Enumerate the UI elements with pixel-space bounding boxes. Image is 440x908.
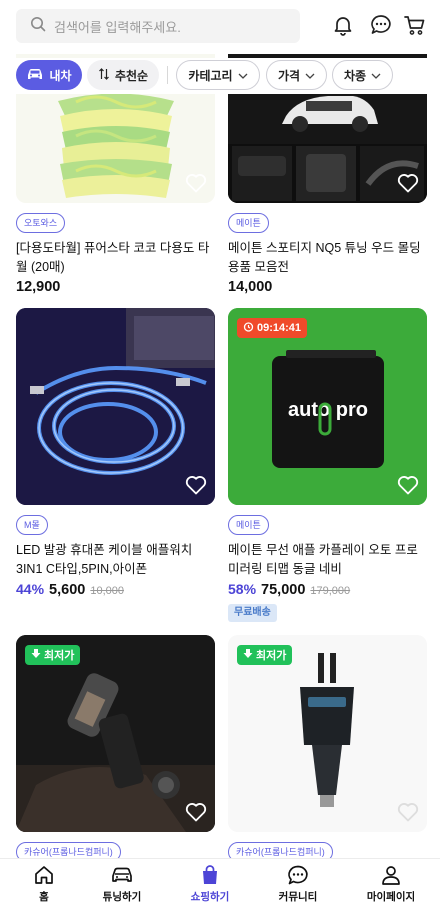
nav-item-mypage[interactable]: 마이페이지 bbox=[347, 863, 435, 907]
nav-item-home[interactable]: 홈 bbox=[0, 863, 88, 907]
brand-badge: 오토와스 bbox=[16, 213, 66, 233]
cart-icon[interactable] bbox=[403, 13, 427, 37]
arrow-down-icon bbox=[243, 648, 253, 662]
filter-bar: 내차 추천순 카테고리 가격 차종 bbox=[0, 58, 440, 94]
car-model-label: 차종 bbox=[343, 68, 367, 83]
my-car-label: 내차 bbox=[49, 68, 72, 83]
product-card[interactable]: M몰 LED 발광 휴대폰 케이블 애플워치 3IN1 C타입,5PIN,아이폰… bbox=[16, 308, 215, 598]
search-placeholder: 검색어를 입력해주세요. bbox=[54, 19, 181, 35]
product-price: 12,900 bbox=[16, 279, 61, 295]
price-label: 가격 bbox=[277, 68, 301, 83]
nav-label: 쇼핑하기 bbox=[190, 891, 230, 903]
product-price: 5,600 bbox=[49, 582, 86, 598]
heart-icon[interactable] bbox=[397, 802, 419, 822]
my-car-filter[interactable]: 내차 bbox=[16, 60, 82, 90]
nav-item-tuning[interactable]: 튜닝하기 bbox=[78, 863, 166, 907]
product-name: LED 발광 휴대폰 케이블 애플워치 3IN1 C타입,5PIN,아이폰 bbox=[16, 543, 193, 576]
heart-icon[interactable] bbox=[397, 173, 419, 193]
chevron-down-icon bbox=[238, 68, 248, 82]
search-icon bbox=[30, 16, 46, 37]
chevron-down-icon bbox=[371, 68, 381, 82]
nav-label: 튜닝하기 bbox=[102, 891, 142, 903]
product-card[interactable]: auto pro 09:14:41 메이튼 메이튼 무선 애플 카플레이 오토 … bbox=[228, 308, 427, 622]
product-image[interactable]: auto pro 09:14:41 bbox=[228, 308, 427, 505]
logo-text: auto pro bbox=[288, 399, 368, 421]
heart-icon[interactable] bbox=[397, 475, 419, 495]
discount-rate: 44% bbox=[16, 581, 45, 597]
timer-badge: 09:14:41 bbox=[237, 318, 308, 338]
product-image[interactable]: 최저가 bbox=[228, 635, 427, 832]
heart-icon[interactable] bbox=[185, 475, 207, 495]
product-card[interactable]: 최저가 카슈어(프롬나드컴퍼니) bbox=[228, 635, 427, 862]
bell-icon[interactable] bbox=[331, 13, 355, 37]
nav-item-shopping[interactable]: 쇼핑하기 bbox=[166, 863, 254, 907]
nav-label: 홈 bbox=[39, 891, 49, 903]
user-icon bbox=[379, 863, 403, 887]
brand-badge: M몰 bbox=[16, 515, 48, 535]
original-price: 10,000 bbox=[90, 585, 124, 597]
lowest-price-label: 최저가 bbox=[44, 650, 75, 662]
sort-icon bbox=[98, 67, 110, 83]
product-name: [다용도타월] 퓨어스타 코코 다용도 타월 (20매) bbox=[16, 241, 210, 274]
car-model-filter[interactable]: 차종 bbox=[332, 60, 393, 90]
nav-label: 마이페이지 bbox=[366, 891, 416, 903]
filter-divider bbox=[167, 66, 168, 84]
top-header: 검색어를 입력해주세요. bbox=[0, 0, 440, 54]
sort-label: 추천순 bbox=[114, 68, 149, 83]
timer-text: 09:14:41 bbox=[257, 322, 302, 334]
nav-label: 커뮤니티 bbox=[278, 891, 318, 903]
car-icon bbox=[110, 863, 134, 887]
heart-icon[interactable] bbox=[185, 173, 207, 193]
discount-rate: 58% bbox=[228, 581, 257, 597]
lowest-price-label: 최저가 bbox=[256, 650, 287, 662]
category-filter[interactable]: 카테고리 bbox=[176, 60, 260, 90]
product-price: 75,000 bbox=[261, 582, 306, 598]
brand-badge: 메이튼 bbox=[228, 515, 269, 535]
car-icon bbox=[26, 67, 44, 84]
alarm-clock-icon bbox=[243, 321, 254, 335]
bottom-navigation: 홈 튜닝하기 쇼핑하기 커뮤니티 마이페이지 bbox=[0, 858, 440, 908]
shopping-bag-icon bbox=[198, 863, 222, 887]
category-label: 카테고리 bbox=[188, 68, 233, 83]
heart-icon[interactable] bbox=[185, 802, 207, 822]
chat-icon[interactable] bbox=[369, 13, 393, 37]
lowest-price-badge: 최저가 bbox=[237, 645, 293, 665]
product-name: 메이튼 스포티지 NQ5 튜닝 우드 몰딩 용품 모음전 bbox=[228, 241, 421, 274]
nav-item-community[interactable]: 커뮤니티 bbox=[254, 863, 342, 907]
product-card[interactable]: 최저가 카슈어(프롬나드컴퍼니) bbox=[16, 635, 215, 862]
free-shipping-badge: 무료배송 bbox=[228, 604, 277, 622]
sort-filter[interactable]: 추천순 bbox=[87, 60, 159, 90]
original-price: 179,000 bbox=[310, 585, 351, 597]
community-icon bbox=[286, 863, 310, 887]
brand-badge: 메이튼 bbox=[228, 213, 269, 233]
chevron-down-icon bbox=[305, 68, 315, 82]
home-icon bbox=[32, 863, 56, 887]
product-image[interactable] bbox=[16, 308, 215, 505]
shopping-page: 검색어를 입력해주세요. 내차 추천순 카테고리 가격 차종 오토와스 [다용도… bbox=[0, 0, 440, 908]
lowest-price-badge: 최저가 bbox=[25, 645, 81, 665]
product-name: 메이튼 무선 애플 카플레이 오토 프로 미러링 티맵 동글 네비 bbox=[228, 543, 418, 576]
search-bar[interactable]: 검색어를 입력해주세요. bbox=[16, 9, 300, 43]
arrow-down-icon bbox=[31, 648, 41, 662]
product-price: 14,000 bbox=[228, 279, 273, 295]
price-filter[interactable]: 가격 bbox=[266, 60, 327, 90]
product-image[interactable]: 최저가 bbox=[16, 635, 215, 832]
